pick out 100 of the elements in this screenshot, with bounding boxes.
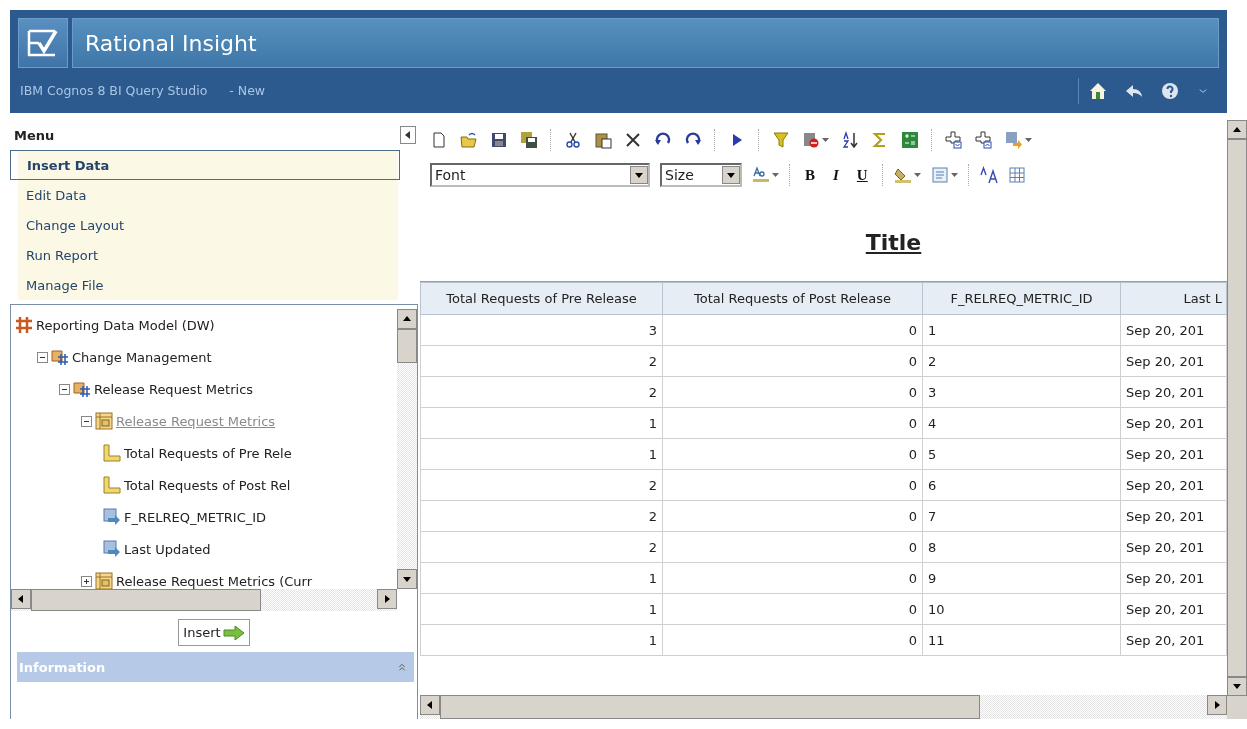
table-cell: 2	[420, 345, 663, 377]
tree-item[interactable]: Change Management	[72, 349, 212, 365]
help-icon[interactable]	[1161, 81, 1179, 100]
menu-item[interactable]: Insert Data	[10, 150, 400, 180]
menu-item[interactable]: Edit Data	[18, 180, 398, 210]
menu-item[interactable]: Run Report	[18, 240, 398, 270]
table-cell: 2	[420, 531, 663, 563]
insert-button[interactable]: Insert	[178, 619, 250, 646]
caret-icon[interactable]	[913, 173, 921, 177]
sort-az-icon[interactable]	[841, 131, 859, 149]
table-cell: 0	[662, 562, 923, 594]
table-cell: 2	[420, 469, 663, 501]
title-text-icon[interactable]	[979, 166, 998, 184]
table-cell: 8	[922, 531, 1121, 563]
tree-item[interactable]: Reporting Data Model (DW)	[36, 317, 215, 333]
logo-icon	[18, 18, 68, 68]
vertical-scrollbar[interactable]	[397, 309, 417, 589]
scissors-icon[interactable]	[564, 131, 582, 149]
caret-icon[interactable]	[950, 173, 958, 177]
scroll-arrow-icon[interactable]	[425, 700, 435, 710]
text-style-icon[interactable]	[752, 166, 770, 184]
caret-icon[interactable]	[772, 173, 779, 177]
column-header[interactable]: F_RELREQ_METRIC_ID	[922, 282, 1121, 315]
new-document-icon[interactable]	[430, 131, 448, 149]
table-cell: 0	[662, 624, 923, 656]
menu-item[interactable]: Change Layout	[18, 210, 398, 240]
table-icon	[95, 572, 113, 589]
caret-icon[interactable]	[1025, 138, 1032, 142]
grid-folder-icon	[51, 348, 69, 366]
tree-item[interactable]: Total Requests of Pre Rele	[124, 445, 292, 461]
table-cell: 0	[662, 469, 923, 501]
underline-button[interactable]: U	[852, 166, 872, 184]
tree-item[interactable]: Release Request Metrics	[94, 381, 254, 397]
table-cell: 3	[420, 314, 663, 346]
save-icon[interactable]	[490, 131, 508, 149]
collapse-icon[interactable]	[59, 383, 70, 395]
table-cell: 5	[922, 438, 1121, 470]
table-icon	[95, 412, 113, 430]
table-cell: 2	[922, 345, 1121, 377]
document-name: - New	[229, 83, 266, 98]
horizontal-scrollbar[interactable]	[420, 695, 1227, 719]
paint-bucket-icon[interactable]	[893, 166, 912, 184]
column-header[interactable]: Last L	[1120, 282, 1227, 315]
tree-item[interactable]: Release Request Metrics (Curr	[116, 573, 313, 589]
column-header[interactable]: Total Requests of Pre Release	[420, 282, 663, 315]
table-cell: 7	[922, 500, 1121, 532]
calculator-icon[interactable]	[901, 131, 919, 149]
table-grid-icon[interactable]	[1007, 166, 1026, 184]
plus-down-icon[interactable]	[945, 131, 963, 149]
horizontal-scrollbar[interactable]	[11, 589, 397, 611]
home-icon[interactable]	[1089, 81, 1107, 100]
collapse-icon[interactable]	[37, 351, 48, 363]
size-dropdown[interactable]: Size	[660, 163, 742, 187]
scroll-arrow-icon[interactable]	[16, 594, 26, 604]
scrollbar-corner	[1227, 695, 1247, 719]
table-cell: 0	[662, 500, 923, 532]
menu-item[interactable]: Manage File	[18, 270, 398, 300]
table-cell: Sep 20, 201	[1120, 593, 1227, 625]
product-name: IBM Cognos 8 BI Query Studio	[20, 83, 208, 98]
table-cell: 10	[922, 593, 1121, 625]
tree-item[interactable]: Release Request Metrics	[116, 413, 276, 429]
table-cell: 6	[922, 469, 1121, 501]
funnel-icon[interactable]	[772, 131, 790, 149]
table-cell: 0	[662, 438, 923, 470]
collapse-button[interactable]	[400, 126, 416, 144]
table-cell: Sep 20, 201	[1120, 345, 1227, 377]
clipboard-icon[interactable]	[594, 131, 612, 149]
ruler-icon	[103, 444, 121, 462]
table-cell: 9	[922, 562, 1121, 594]
save-all-icon[interactable]	[520, 131, 538, 149]
scrollbar-thumb[interactable]	[397, 329, 417, 363]
scrollbar-thumb[interactable]	[31, 589, 261, 611]
dropdown-arrow-icon	[635, 172, 643, 178]
tree-item[interactable]: Total Requests of Post Rel	[124, 477, 291, 493]
report-title[interactable]: Title	[865, 230, 922, 255]
scroll-arrow-icon[interactable]	[1212, 700, 1222, 710]
italic-button[interactable]: I	[829, 166, 843, 184]
font-dropdown[interactable]: Font	[430, 163, 650, 187]
film-no-icon[interactable]	[802, 131, 820, 149]
arrow-right-icon	[222, 625, 245, 640]
table-cell: 0	[662, 314, 923, 346]
open-folder-icon[interactable]	[460, 131, 478, 149]
grid-folder-icon	[73, 380, 91, 398]
column-header[interactable]: Total Requests of Post Release	[662, 282, 923, 315]
bold-button[interactable]: B	[801, 166, 819, 184]
tree-item[interactable]: Last Updated	[124, 541, 211, 557]
caret-icon[interactable]	[822, 138, 829, 142]
scroll-arrow-icon[interactable]	[402, 314, 412, 324]
x-icon[interactable]	[624, 131, 642, 149]
table-cell: Sep 20, 201	[1120, 624, 1227, 656]
collapse-icon[interactable]	[81, 415, 92, 427]
tree-item[interactable]: F_RELREQ_METRIC_ID	[124, 509, 267, 525]
scrollbar-thumb[interactable]	[440, 695, 980, 719]
table-cell: Sep 20, 201	[1120, 314, 1227, 346]
table-cell: 11	[922, 624, 1121, 656]
table-cell: 4	[922, 407, 1121, 439]
expand-icon[interactable]	[81, 575, 92, 587]
table-cell: Sep 20, 201	[1120, 376, 1227, 408]
plus-up-icon[interactable]	[975, 131, 993, 149]
swap-arrow-icon[interactable]	[1005, 131, 1023, 149]
